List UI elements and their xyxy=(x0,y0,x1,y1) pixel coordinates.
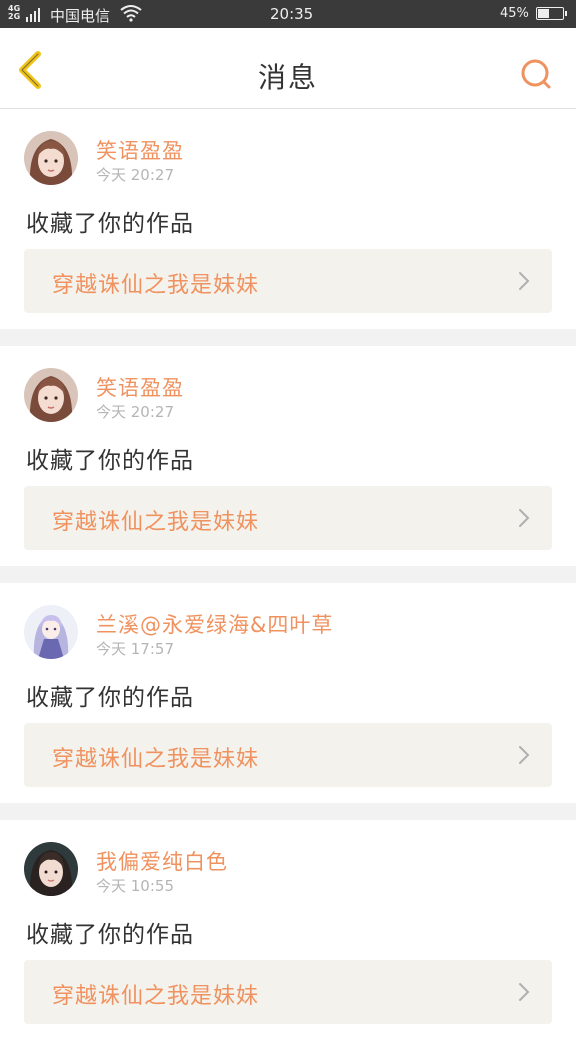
timestamp: 今天 17:57 xyxy=(96,640,174,658)
message-card: 兰溪@永爱绿海&四叶草 今天 17:57 收藏了你的作品 穿越诛仙之我是妹妹 xyxy=(0,583,576,803)
username[interactable]: 兰溪@永爱绿海&四叶草 xyxy=(96,609,333,639)
clock: 20:35 xyxy=(270,5,314,23)
work-link[interactable]: 穿越诛仙之我是妹妹 xyxy=(24,723,552,787)
work-link[interactable]: 穿越诛仙之我是妹妹 xyxy=(24,960,552,1024)
action-text: 收藏了你的作品 xyxy=(26,922,194,948)
work-title: 穿越诛仙之我是妹妹 xyxy=(52,984,260,1009)
nav-bar: 消息 xyxy=(0,28,576,109)
battery-icon xyxy=(536,7,567,20)
username[interactable]: 笑语盈盈 xyxy=(96,372,184,402)
separator xyxy=(0,566,576,583)
page-title: 消息 xyxy=(257,61,318,94)
action-text: 收藏了你的作品 xyxy=(26,211,194,237)
wifi-icon xyxy=(120,5,142,22)
separator xyxy=(0,803,576,820)
avatar[interactable] xyxy=(24,368,78,422)
separator xyxy=(0,329,576,346)
avatar[interactable] xyxy=(24,131,78,185)
work-title: 穿越诛仙之我是妹妹 xyxy=(52,747,260,772)
message-list: 笑语盈盈 今天 20:27 收藏了你的作品 穿越诛仙之我是妹妹 笑语盈盈 今天 … xyxy=(0,109,576,1040)
avatar[interactable] xyxy=(24,842,78,896)
battery-percent: 45% xyxy=(500,6,529,21)
status-bar: 4G 2G 中国电信 20:35 45% xyxy=(0,0,576,28)
chevron-right-icon xyxy=(519,509,530,527)
timestamp: 今天 20:27 xyxy=(96,403,174,421)
timestamp: 今天 10:55 xyxy=(96,877,174,895)
username[interactable]: 我偏爱纯白色 xyxy=(96,846,228,876)
action-text: 收藏了你的作品 xyxy=(26,685,194,711)
message-card: 笑语盈盈 今天 20:27 收藏了你的作品 穿越诛仙之我是妹妹 xyxy=(0,109,576,329)
avatar[interactable] xyxy=(24,605,78,659)
action-text: 收藏了你的作品 xyxy=(26,448,194,474)
chevron-right-icon xyxy=(519,746,530,764)
chevron-right-icon xyxy=(519,983,530,1001)
work-title: 穿越诛仙之我是妹妹 xyxy=(52,510,260,535)
search-icon[interactable] xyxy=(518,56,554,92)
work-link[interactable]: 穿越诛仙之我是妹妹 xyxy=(24,486,552,550)
network-type: 4G 2G xyxy=(8,4,21,21)
work-link[interactable]: 穿越诛仙之我是妹妹 xyxy=(24,249,552,313)
chevron-right-icon xyxy=(519,272,530,290)
message-card: 我偏爱纯白色 今天 10:55 收藏了你的作品 穿越诛仙之我是妹妹 xyxy=(0,820,576,1040)
timestamp: 今天 20:27 xyxy=(96,166,174,184)
message-card: 笑语盈盈 今天 20:27 收藏了你的作品 穿越诛仙之我是妹妹 xyxy=(0,346,576,566)
work-title: 穿越诛仙之我是妹妹 xyxy=(52,273,260,298)
signal-icon xyxy=(26,6,44,22)
username[interactable]: 笑语盈盈 xyxy=(96,135,184,165)
carrier-name: 中国电信 xyxy=(50,7,111,25)
